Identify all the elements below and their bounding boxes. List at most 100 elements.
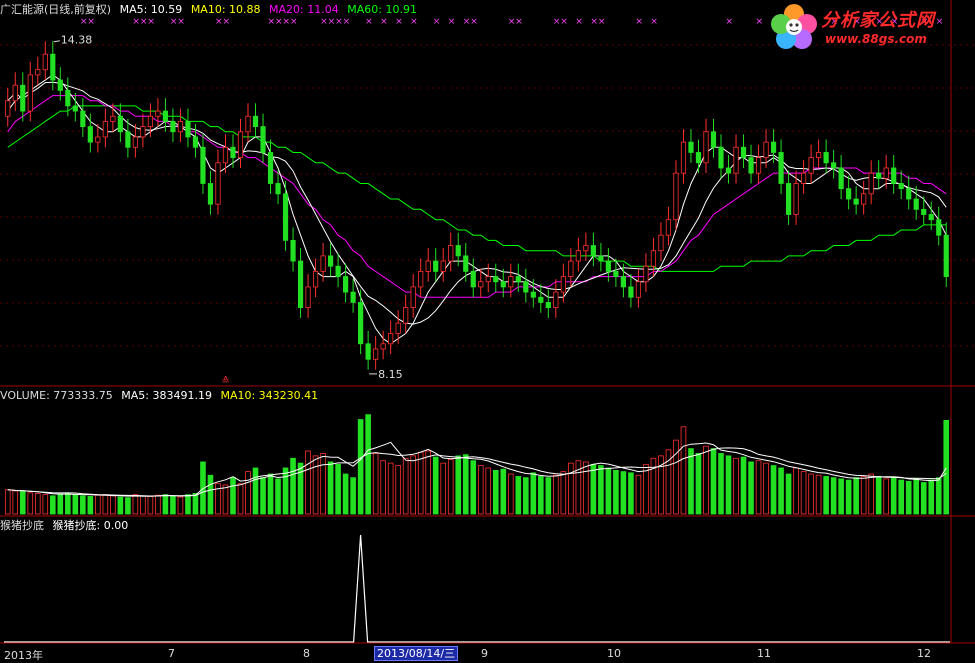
candle-body	[373, 348, 379, 360]
candle-body	[110, 115, 116, 122]
candle-body	[898, 183, 904, 190]
volume-bar	[177, 496, 184, 515]
indicator-name: 猴猪抄底	[0, 519, 44, 532]
candle-body	[327, 255, 334, 267]
volume-bar	[4, 489, 11, 515]
signal-cross-marker: ×	[268, 17, 276, 27]
signal-cross-marker: ×	[463, 17, 471, 27]
volume-bar	[778, 467, 784, 515]
volume-bar	[598, 465, 604, 515]
candle-body	[12, 84, 18, 102]
volume-bar	[170, 495, 176, 515]
ma5-value: MA5: 10.59	[119, 3, 183, 16]
volume-bar	[733, 457, 739, 515]
candle-body	[613, 270, 619, 277]
volume-bar	[282, 467, 289, 515]
candle-body	[793, 183, 799, 215]
chart-canvas: 14.38 8.15 ≙× × × × × × × × × × × × × × × × × × × × × × × × × × × ×…	[0, 0, 975, 644]
volume-bar	[425, 450, 431, 515]
candle-body	[440, 260, 446, 272]
volume-bar	[838, 478, 844, 515]
volume-bar	[718, 453, 724, 515]
signal-cross-marker: ×	[590, 17, 598, 27]
candle-body	[530, 291, 536, 298]
signal-cross-marker: ×	[283, 17, 291, 27]
volume-bar	[305, 450, 311, 515]
signal-cross-marker: ×	[140, 17, 148, 27]
candle-body	[20, 84, 26, 112]
candle-body	[733, 146, 739, 174]
volume-bar	[545, 477, 552, 515]
volume-bar	[740, 456, 747, 515]
candle-body	[778, 152, 784, 184]
signal-cross-marker: ×	[508, 17, 516, 27]
candle-body	[883, 167, 889, 179]
candle-body	[215, 162, 221, 205]
volume-bar	[725, 455, 732, 515]
signal-cross-marker: ×	[365, 17, 373, 27]
candle-body	[35, 69, 41, 76]
volume-bar	[42, 494, 49, 515]
sell-signal-marker: ≙	[221, 375, 229, 387]
volume-bar	[853, 477, 859, 515]
candle-body	[928, 214, 934, 221]
candle-body	[162, 110, 169, 122]
volume-bar	[432, 456, 439, 515]
volume-bar	[132, 494, 139, 515]
date-tick: 11	[757, 647, 771, 660]
volume-bar	[875, 476, 882, 515]
volume-bar	[312, 455, 319, 515]
candle-body	[906, 188, 912, 200]
volume-bar	[372, 453, 379, 515]
volume-ma10-value: MA10: 343230.41	[220, 389, 319, 402]
volume-bar	[695, 453, 702, 515]
cursor-date-label[interactable]: 2013/08/14/三	[374, 646, 459, 661]
volume-bar	[80, 495, 86, 515]
candle-body	[230, 146, 236, 159]
volume-bar	[12, 490, 19, 515]
candle-body	[650, 250, 657, 267]
volume-bar	[680, 426, 687, 515]
ma60-value: MA60: 10.91	[347, 3, 417, 16]
volume-bar	[185, 494, 191, 515]
signal-cross-marker: ×	[328, 17, 336, 27]
volume-bar	[785, 473, 792, 515]
volume-bar	[703, 445, 709, 515]
volume-bar	[297, 462, 304, 515]
candle-body	[515, 276, 521, 283]
flower-logo-icon	[771, 4, 817, 49]
candle-body	[538, 296, 544, 303]
volume-bar	[440, 462, 447, 515]
volume-bar	[845, 479, 852, 515]
volume-bar	[620, 471, 627, 515]
candle-body	[275, 183, 281, 195]
signal-cross-marker: ×	[560, 17, 568, 27]
volume-bar	[808, 473, 814, 515]
candle-body	[418, 270, 424, 288]
volume-bar	[935, 477, 942, 515]
candle-body	[252, 115, 259, 127]
candle-body	[770, 141, 777, 153]
volume-bar	[500, 468, 507, 515]
candle-body	[320, 255, 326, 272]
candle-body	[808, 157, 814, 174]
volume-bar	[342, 473, 349, 515]
candle-body	[433, 260, 439, 272]
volume-bar	[230, 477, 236, 515]
candle-body	[222, 146, 229, 164]
signal-cross-marker: ×	[132, 17, 140, 27]
volume-bar	[95, 494, 101, 515]
volume-bar	[755, 460, 762, 515]
volume-bar	[140, 495, 146, 515]
candle-body	[688, 141, 694, 153]
volume-bar	[793, 467, 799, 515]
volume-bar	[883, 478, 889, 515]
candle-body	[553, 291, 559, 309]
candle-body	[838, 167, 844, 190]
candle-body	[380, 343, 386, 350]
signal-cross-marker: ×	[177, 17, 185, 27]
volume-bar	[898, 479, 904, 515]
volume-bar	[613, 469, 619, 515]
volume-bar	[553, 474, 559, 515]
date-tick: 7	[168, 647, 175, 660]
